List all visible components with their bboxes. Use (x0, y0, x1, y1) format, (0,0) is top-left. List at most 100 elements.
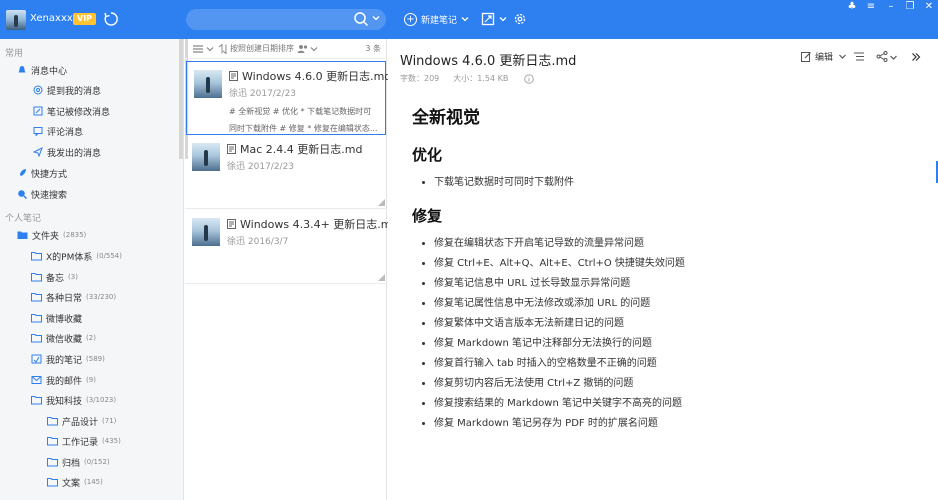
sidebar-item-folder[interactable]: 工作记录 (435) (47, 432, 121, 450)
sidebar-item-folder[interactable]: 微信收藏 (2) (31, 329, 96, 347)
sidebar-item-folder[interactable]: 我的邮件 (9) (31, 371, 96, 389)
note-list-header: 按照创建日期排序 3 条 (185, 39, 387, 59)
sidebar-item-sent[interactable]: 我发出的消息 (33, 143, 101, 161)
chevron-down-icon[interactable] (310, 45, 318, 53)
gear-icon[interactable] (513, 12, 527, 26)
sidebar-item-folder[interactable]: 文案 (145) (47, 473, 103, 491)
note-card[interactable]: Windows 4.3.4+ 更新日志.md 徐迅 2016/3/7 (185, 210, 399, 284)
note-title: Windows 4.3.4+ 更新日志.md (227, 216, 399, 232)
outline-icon[interactable] (853, 51, 865, 62)
folder-icon (47, 458, 58, 467)
expand-icon[interactable] (911, 52, 921, 62)
vip-badge[interactable]: VIP (73, 13, 97, 25)
skin-icon[interactable]: ♣ (845, 2, 859, 12)
note-card-selected[interactable]: Windows 4.6.0 更新日志.md 徐迅 2017/2/23 # 全新视… (186, 61, 391, 135)
note-folder-icon (31, 354, 42, 364)
document-meta: 字数：209 大小：1.54 KB (400, 73, 535, 84)
sidebar-item-label: 微博收藏 (46, 314, 83, 325)
edit-button[interactable]: 编辑 (801, 50, 847, 63)
sidebar-item-label: 归档 (62, 458, 81, 469)
info-icon[interactable] (524, 73, 535, 84)
close-button[interactable]: ✕ (922, 2, 936, 12)
new-note-button[interactable]: + 新建笔记 (404, 11, 470, 27)
mail-icon (31, 376, 42, 384)
list-view-icon[interactable] (192, 44, 204, 54)
sidebar-item-label: 文件夹 (32, 231, 60, 242)
sidebar-item-count: (0/152) (84, 458, 110, 466)
sidebar-item-label: 消息中心 (31, 66, 68, 77)
share-icon[interactable] (876, 51, 888, 62)
sidebar-item-count: (3) (68, 273, 78, 281)
folder-open-icon (31, 396, 42, 405)
rocket-icon (18, 169, 26, 177)
heading-fix: 修复 (412, 207, 443, 225)
avatar[interactable] (6, 10, 26, 30)
sidebar-item-folder[interactable]: 备忘 (3) (31, 268, 78, 286)
chevron-down-icon[interactable] (371, 13, 381, 23)
chevron-down-icon[interactable] (206, 45, 214, 53)
sort-label[interactable]: 按照创建日期排序 (230, 43, 294, 54)
sort-icon[interactable] (218, 43, 227, 54)
sidebar-item-folder[interactable]: 产品设计 (71) (47, 412, 116, 430)
note-date: 徐迅 2017/2/23 (227, 162, 295, 172)
title-bar: Xenaxxx VIP + 新建笔记 ♣ ≡ – ❐ ✕ (0, 0, 938, 39)
screenshot-icon[interactable] (481, 12, 495, 26)
sidebar-item-count: (33/230) (86, 293, 117, 301)
sidebar-item-folder[interactable]: 我的笔记 (589) (31, 350, 105, 368)
list-item: 修复搜索结果的 Markdown 笔记中关键字不高亮的问题 (434, 394, 912, 414)
sidebar-item-label: 我的笔记 (46, 355, 83, 366)
sidebar-item-modified[interactable]: 笔记被修改消息 (33, 102, 110, 120)
sidebar-item-count: (589) (86, 355, 105, 363)
sidebar-item-count: (145) (84, 478, 103, 486)
sidebar-item-label: 微信收藏 (46, 334, 83, 345)
sidebar-item-folder[interactable]: X的PM体系 (0/554) (31, 247, 122, 265)
sidebar-item-mentions[interactable]: 提到我的消息 (33, 81, 101, 99)
sidebar-item-shortcuts[interactable]: 快捷方式 (17, 164, 67, 182)
heading-h1: 全新视觉 (412, 108, 480, 128)
list-item: 修复 Markdown 笔记中注释部分无法换行的问题 (434, 334, 912, 354)
list-item: 修复首行输入 tab 时插入的空格数量不正确的问题 (434, 354, 912, 374)
fix-list: 修复在编辑状态下开启笔记导致的流量异常问题 修复 Ctrl+E、Alt+Q、Al… (412, 234, 912, 434)
list-item: 修复 Ctrl+E、Alt+Q、Alt+E、Ctrl+O 快捷键失效问题 (434, 254, 912, 274)
sidebar-item-folder[interactable]: 归档 (0/152) (47, 453, 110, 471)
username[interactable]: Xenaxxx (30, 13, 73, 24)
new-note-label: 新建笔记 (421, 15, 458, 26)
document-icon (227, 144, 236, 154)
note-thumbnail (194, 70, 222, 98)
search-icon (18, 190, 27, 199)
section-common-label: 常用 (5, 49, 24, 59)
resize-corner-icon (378, 199, 385, 206)
file-size: 大小：1.54 KB (453, 74, 509, 83)
folder-icon (31, 334, 42, 343)
users-icon[interactable] (297, 44, 309, 54)
sidebar-item-comments[interactable]: 评论消息 (33, 122, 83, 140)
minimize-button[interactable]: – (884, 2, 898, 12)
menu-icon[interactable]: ≡ (864, 2, 878, 12)
sidebar-item-folder[interactable]: 各种日常 (33/230) (31, 288, 116, 306)
sidebar-item-count: (3/1023) (86, 396, 117, 404)
note-date: 徐迅 2017/2/23 (229, 89, 297, 99)
folder-icon (31, 252, 42, 261)
sidebar-item-folder[interactable]: 我知科技 (3/1023) (31, 391, 116, 409)
note-card[interactable]: Mac 2.4.4 更新日志.md 徐迅 2017/2/23 (185, 135, 387, 209)
sidebar-item-quick-search[interactable]: 快速搜索 (17, 185, 67, 203)
at-icon (33, 85, 43, 95)
sidebar-item-message-center[interactable]: 消息中心 (17, 61, 67, 79)
document-body: 全新视觉 优化 下载笔记数据时可同时下载附件 修复 修复在编辑状态下开启笔记导致… (412, 103, 912, 446)
sidebar-item-folder[interactable]: 微博收藏 (31, 309, 86, 327)
sidebar-item-label: 工作记录 (62, 437, 99, 448)
note-thumbnail (192, 143, 220, 171)
list-item: 修复笔记信息中 URL 过长导致显示异常问题 (434, 274, 912, 294)
sidebar-item-label: 产品设计 (62, 417, 99, 428)
sidebar-scrollbar[interactable] (179, 39, 183, 159)
sidebar-item-label: 我的邮件 (46, 376, 83, 387)
document-icon (229, 71, 238, 81)
chevron-down-icon[interactable] (498, 12, 508, 26)
sidebar-item-folders[interactable]: 文件夹 (2835) (17, 226, 86, 244)
sync-icon[interactable] (103, 11, 119, 27)
chevron-down-icon[interactable] (889, 53, 898, 62)
comment-icon (33, 127, 43, 136)
bell-icon (18, 66, 26, 74)
search-icon[interactable] (353, 11, 369, 27)
restore-button[interactable]: ❐ (903, 2, 917, 12)
